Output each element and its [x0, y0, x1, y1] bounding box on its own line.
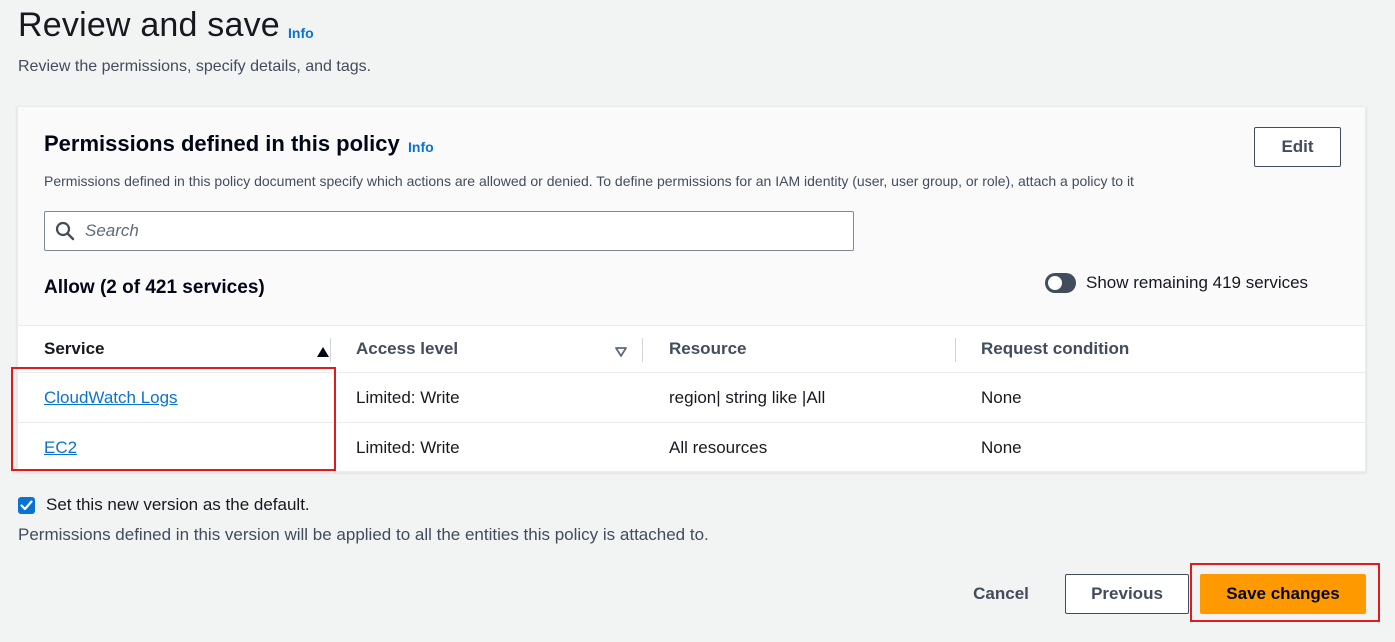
column-header-label: Request condition — [981, 339, 1130, 358]
search-field[interactable] — [44, 211, 854, 251]
default-version-label: Set this new version as the default. — [46, 495, 310, 514]
column-header-label: Resource — [669, 339, 747, 358]
column-header-resource: Resource — [669, 326, 949, 372]
highlight-box-services — [11, 367, 336, 471]
default-version-note: Permissions defined in this version will… — [18, 525, 709, 544]
column-divider[interactable] — [330, 338, 331, 362]
allow-heading: Allow (2 of 421 services) — [44, 277, 265, 298]
column-divider[interactable] — [642, 338, 643, 362]
default-version-checkbox[interactable] — [18, 496, 35, 514]
request-condition-cell: None — [981, 387, 1022, 407]
table-header: Service Access level Resource Request co… — [18, 325, 1365, 373]
sortable-icon — [614, 343, 628, 363]
sort-ascending-icon — [316, 343, 330, 363]
panel-title: Permissions defined in this policy — [44, 131, 400, 156]
cancel-button[interactable]: Cancel — [960, 574, 1042, 614]
panel-info-link[interactable]: Info — [408, 139, 434, 155]
toggle-label: Show remaining 419 services — [1086, 273, 1309, 292]
resource-cell: region| string like |All — [669, 387, 826, 407]
column-header-service[interactable]: Service — [44, 326, 330, 372]
resource-cell: All resources — [669, 437, 768, 457]
review-and-save-page: Review and save Info Review the permissi… — [0, 0, 1395, 642]
highlight-box-save-button — [1190, 563, 1380, 622]
page-info-link[interactable]: Info — [288, 25, 314, 41]
column-header-label: Access level — [356, 339, 459, 358]
column-header-access-level[interactable]: Access level — [356, 326, 628, 372]
set-default-version-option[interactable]: Set this new version as the default. — [18, 495, 310, 515]
access-level-cell: Limited: Write — [356, 387, 460, 407]
column-divider[interactable] — [955, 338, 956, 362]
column-header-label: Service — [44, 339, 105, 358]
panel-description: Permissions defined in this policy docum… — [44, 173, 1134, 189]
page-description: Review the permissions, specify details,… — [18, 58, 372, 75]
search-icon — [45, 212, 85, 250]
checkmark-icon — [20, 499, 33, 510]
access-level-cell: Limited: Write — [356, 437, 460, 457]
show-remaining-services-toggle[interactable]: Show remaining 419 services — [1045, 273, 1308, 293]
previous-button[interactable]: Previous — [1065, 574, 1189, 614]
request-condition-cell: None — [981, 437, 1022, 457]
page-title: Review and save — [18, 6, 280, 44]
search-input[interactable] — [85, 213, 825, 249]
edit-button[interactable]: Edit — [1254, 127, 1341, 167]
toggle-switch[interactable] — [1045, 273, 1076, 293]
toggle-knob — [1048, 276, 1062, 290]
column-header-request-condition: Request condition — [981, 326, 1281, 372]
